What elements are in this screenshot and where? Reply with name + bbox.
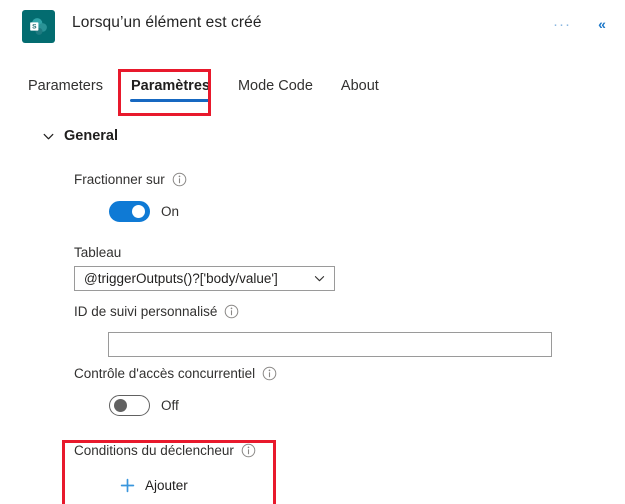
concurrency-control-toggle-row: Off [109, 395, 179, 416]
more-options-icon[interactable]: ··· [551, 13, 573, 35]
info-icon[interactable] [262, 366, 277, 381]
concurrency-control-label-text: Contrôle d'accès concurrentiel [74, 366, 256, 381]
concurrency-control-toggle[interactable] [109, 395, 150, 416]
page-title: Lorsqu’un élément est créé [72, 14, 262, 31]
sharepoint-icon: S [22, 10, 55, 43]
tab-parameters-en[interactable]: Parameters [14, 72, 117, 108]
tab-about[interactable]: About [327, 72, 393, 108]
trigger-conditions-label: Conditions du déclencheur [74, 443, 256, 458]
section-general-label: General [64, 128, 118, 144]
custom-tracking-id-label-text: ID de suivi personnalisé [74, 304, 218, 319]
header-actions: ··· « [551, 13, 613, 35]
custom-tracking-id-input[interactable] [108, 332, 552, 357]
split-on-toggle[interactable] [109, 201, 150, 222]
array-dropdown-value: @triggerOutputs()?['body/value'] [84, 271, 278, 286]
split-on-toggle-state: On [161, 204, 180, 219]
split-on-label: Fractionner sur [74, 172, 187, 187]
array-label: Tableau [74, 245, 121, 260]
tab-parametres-fr[interactable]: Paramètres [117, 72, 224, 108]
trigger-conditions-label-text: Conditions du déclencheur [74, 443, 234, 458]
add-trigger-condition-button[interactable]: Ajouter [119, 477, 188, 494]
svg-text:S: S [32, 23, 37, 30]
chevron-down-icon [42, 130, 55, 143]
tab-mode-code[interactable]: Mode Code [224, 72, 327, 108]
collapse-panel-icon[interactable]: « [591, 13, 613, 35]
tab-bar: Parameters Paramètres Mode Code About [0, 72, 625, 114]
info-icon[interactable] [241, 443, 256, 458]
chevron-down-icon [313, 272, 326, 285]
custom-tracking-id-label: ID de suivi personnalisé [74, 304, 239, 319]
concurrency-control-toggle-state: Off [161, 398, 179, 413]
panel-header: S Lorsqu’un élément est créé ··· « [0, 0, 625, 52]
concurrency-control-label: Contrôle d'accès concurrentiel [74, 366, 277, 381]
info-icon[interactable] [224, 304, 239, 319]
add-trigger-condition-label: Ajouter [145, 478, 188, 493]
array-dropdown[interactable]: @triggerOutputs()?['body/value'] [74, 266, 335, 291]
toggle-knob [132, 205, 145, 218]
array-label-text: Tableau [74, 245, 122, 260]
info-icon[interactable] [172, 172, 187, 187]
split-on-toggle-row: On [109, 201, 179, 222]
section-general-header[interactable]: General [42, 128, 118, 144]
plus-icon [119, 477, 136, 494]
split-on-label-text: Fractionner sur [74, 172, 165, 187]
toggle-knob [114, 399, 127, 412]
action-settings-panel: S Lorsqu’un élément est créé ··· « Param… [0, 0, 625, 504]
